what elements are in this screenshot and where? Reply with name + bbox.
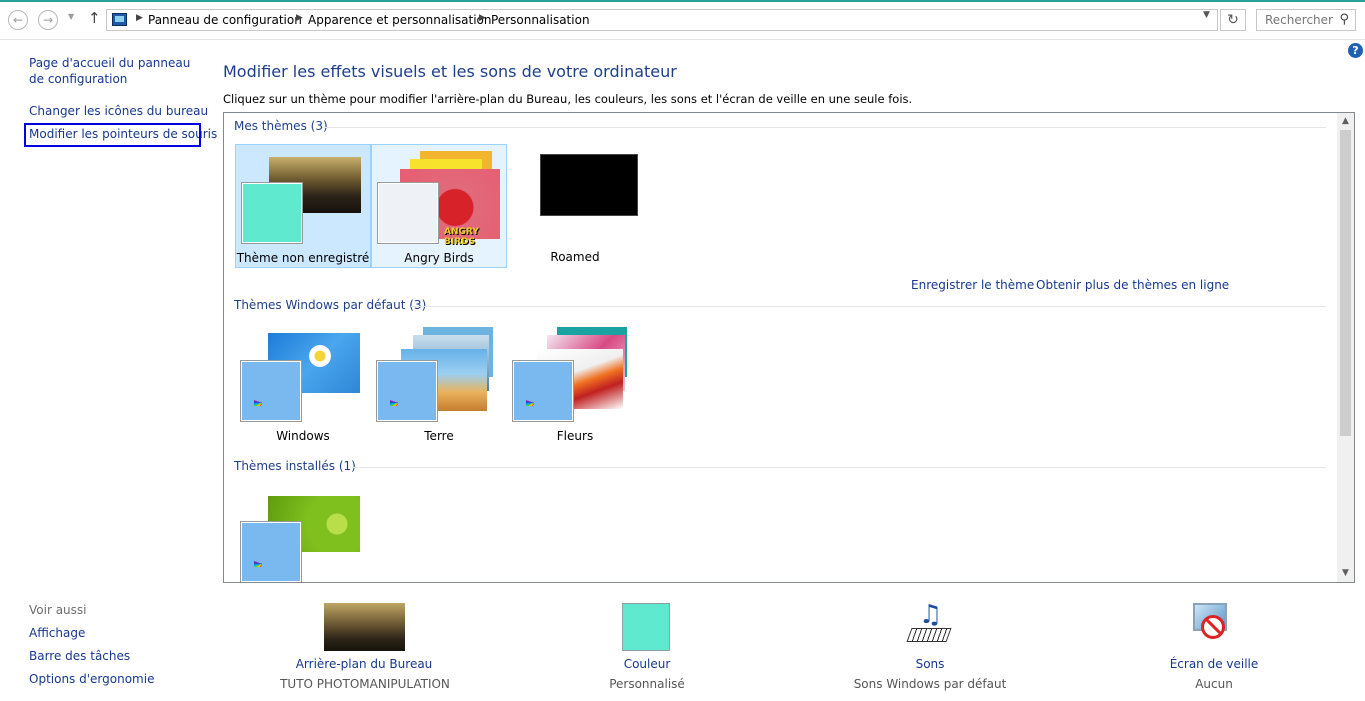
breadcrumb-appearance[interactable]: Apparence et personnalisation <box>308 13 492 27</box>
music-notes-icon: ♫ <box>919 600 943 630</box>
color-swatch <box>377 361 437 421</box>
group-windows-default-themes[interactable]: Thèmes Windows par défaut (3) <box>234 298 426 312</box>
focus-rectangle <box>24 123 201 147</box>
breadcrumb-separator-icon[interactable]: ▶ <box>136 13 143 23</box>
wallpaper-thumbnail <box>540 154 638 216</box>
breadcrumb-separator-icon[interactable]: ▶ <box>479 13 486 23</box>
sounds-icon[interactable]: ♫ <box>905 600 955 652</box>
save-theme-link[interactable]: Enregistrer le thème <box>911 278 1034 292</box>
address-dropdown-icon[interactable]: ▼ <box>1203 10 1210 20</box>
color-value: Personnalisé <box>609 677 685 691</box>
color-swatch <box>378 183 438 243</box>
daisy-icon <box>309 345 331 367</box>
address-toolbar: ← → ▼ ↑ ▶ Panneau de configuration ▶ App… <box>0 0 1365 38</box>
sidebar-item-desktop-icons[interactable]: Changer les icônes du bureau <box>29 103 208 119</box>
see-also-taskbar[interactable]: Barre des tâches <box>29 648 130 664</box>
scrollbar-thumb[interactable] <box>1340 130 1351 436</box>
toolbar-divider <box>0 39 1365 40</box>
theme-name: Windows <box>276 429 330 443</box>
themes-list[interactable]: Mes thèmes (3) Thème non enregistré ANGR… <box>223 112 1355 583</box>
theme-tile-angry-birds[interactable]: ANGRY BIRDS Angry Birds <box>371 144 507 268</box>
up-arrow-icon[interactable]: ↑ <box>88 9 101 27</box>
theme-name: Fleurs <box>556 429 594 443</box>
see-also-heading: Voir aussi <box>29 603 87 617</box>
theme-name: Thème non enregistré <box>236 251 370 265</box>
see-also-ease-of-access[interactable]: Options d'ergonomie <box>29 671 154 687</box>
address-bar[interactable]: ▶ Panneau de configuration ▶ Apparence e… <box>106 9 1218 31</box>
color-swatch <box>513 361 573 421</box>
color-palette-icon <box>254 535 294 567</box>
page-subtitle: Cliquez sur un thème pour modifier l'arr… <box>223 92 913 106</box>
keyboard-icon <box>906 628 952 642</box>
color-swatch-icon[interactable] <box>622 603 670 651</box>
breadcrumb-control-panel[interactable]: Panneau de configuration <box>148 13 302 27</box>
theme-name: Roamed <box>550 250 600 264</box>
theme-tile-unsaved[interactable]: Thème non enregistré <box>235 144 371 268</box>
sounds-value: Sons Windows par défaut <box>853 677 1007 691</box>
theme-name: Terre <box>424 429 454 443</box>
vertical-scrollbar[interactable]: ▲ ▼ <box>1337 113 1354 582</box>
theme-tile-windows[interactable]: Windows <box>235 323 371 447</box>
breadcrumb-personalization[interactable]: Personnalisation <box>491 13 590 27</box>
group-divider <box>352 467 1326 468</box>
screensaver-link[interactable]: Écran de veille <box>1114 657 1314 671</box>
theme-tile-roamed[interactable]: Roamed <box>507 144 643 268</box>
angry-birds-logo: ANGRY BIRDS <box>444 227 479 247</box>
scroll-down-icon[interactable]: ▼ <box>1337 565 1354 582</box>
screensaver-value: Aucun <box>1195 677 1233 691</box>
color-palette-icon <box>254 374 294 406</box>
group-my-themes[interactable]: Mes thèmes (3) <box>234 119 328 133</box>
forward-arrow-icon[interactable]: → <box>38 10 58 30</box>
breadcrumb-separator-icon[interactable]: ▶ <box>296 13 303 23</box>
group-installed-themes[interactable]: Thèmes installés (1) <box>234 459 356 473</box>
color-swatch <box>241 522 301 582</box>
theme-tile-earth[interactable]: Terre <box>371 323 507 447</box>
sidebar-item-control-panel-home[interactable]: Page d'accueil du panneau de configurati… <box>29 55 204 87</box>
screensaver-icon[interactable] <box>1189 601 1239 653</box>
chevron-down-icon[interactable]: ▼ <box>68 12 74 21</box>
group-divider <box>322 127 1326 128</box>
theme-tile-flowers[interactable]: Fleurs <box>507 323 643 447</box>
back-arrow-icon[interactable]: ← <box>8 10 28 30</box>
theme-name: Angry Birds <box>404 251 474 265</box>
search-icon[interactable]: ⚲ <box>1339 12 1349 27</box>
refresh-icon[interactable]: ↻ <box>1220 9 1246 31</box>
control-panel-icon <box>112 13 127 26</box>
more-themes-online-link[interactable]: Obtenir plus de thèmes en ligne <box>1036 278 1229 292</box>
color-palette-icon <box>390 374 430 406</box>
search-placeholder: Rechercher <box>1265 13 1333 27</box>
color-swatch <box>242 183 302 243</box>
see-also-display[interactable]: Affichage <box>29 625 85 641</box>
desktop-background-link[interactable]: Arrière-plan du Bureau <box>264 657 464 671</box>
scroll-up-icon[interactable]: ▲ <box>1337 113 1354 130</box>
color-link[interactable]: Couleur <box>547 657 747 671</box>
page-title: Modifier les effets visuels et les sons … <box>223 62 677 81</box>
desktop-background-value: TUTO PHOTOMANIPULATION <box>280 677 450 691</box>
group-divider <box>411 306 1326 307</box>
theme-tile-installed[interactable] <box>235 486 371 582</box>
sounds-link[interactable]: Sons <box>830 657 1030 671</box>
color-palette-icon <box>526 374 566 406</box>
color-swatch <box>241 361 301 421</box>
wallpaper-icon[interactable] <box>324 603 405 651</box>
help-icon[interactable]: ? <box>1348 43 1363 58</box>
search-input[interactable]: Rechercher ⚲ <box>1256 9 1356 31</box>
